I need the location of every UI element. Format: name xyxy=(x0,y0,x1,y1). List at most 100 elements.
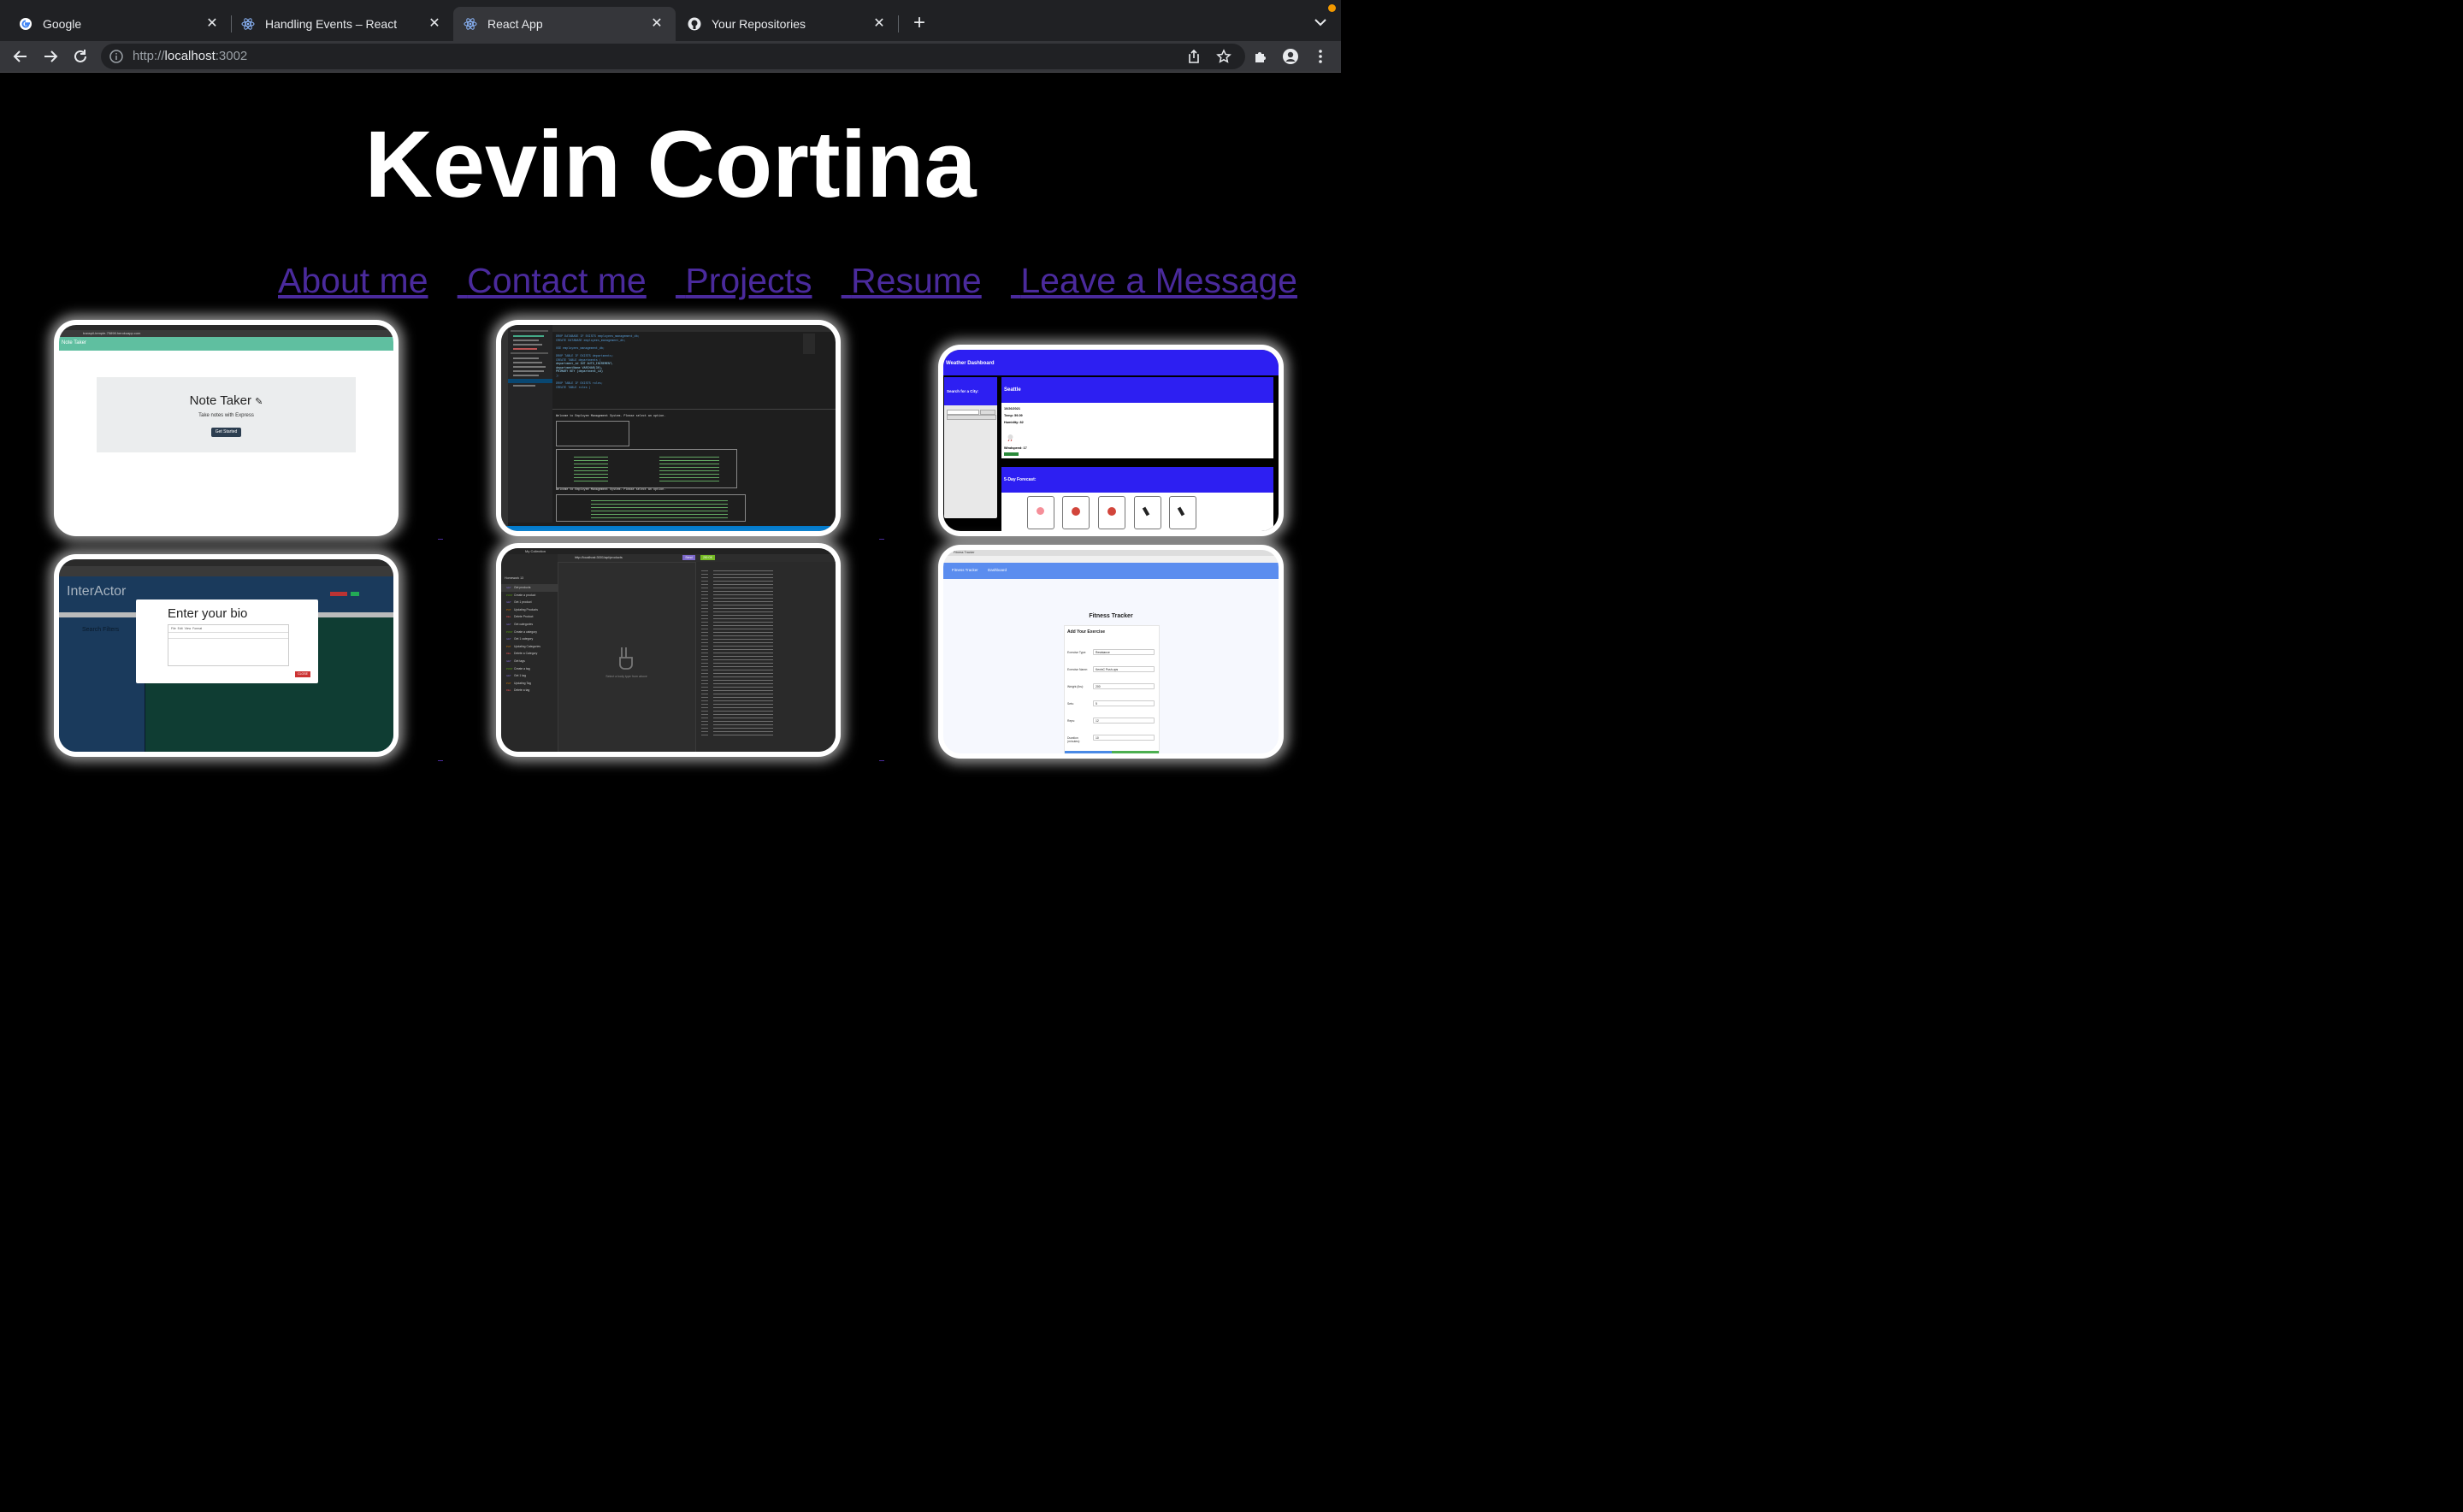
note-taker-header-title: Note Taker xyxy=(62,340,86,346)
project-screenshot: Fitness Tracker Fitness Tracker Dashboar… xyxy=(943,550,1279,753)
nav-resume[interactable]: Resume xyxy=(842,261,982,300)
form-field-label: Exercise Name: xyxy=(1067,668,1088,671)
request-name: Get 1 product xyxy=(514,600,532,605)
google-icon xyxy=(19,17,32,31)
request-name: Delete a Category xyxy=(514,652,538,656)
vscode-terminal: Welcome to Employee Management System. P… xyxy=(552,409,836,523)
note-taker-title-text: Note Taker xyxy=(189,393,251,408)
request-name: Get tags xyxy=(514,659,525,663)
tab-react-app[interactable]: React App ✕ xyxy=(453,7,676,41)
tab-google[interactable]: Google ✕ xyxy=(0,7,231,41)
note-taker-header: Note Taker xyxy=(59,337,393,351)
request-item: PUT Updating Products xyxy=(501,606,558,614)
back-icon[interactable] xyxy=(10,46,31,67)
url-text[interactable]: http://localhost:3002 xyxy=(133,49,247,63)
request-method: DEL xyxy=(506,652,511,656)
form-field-input: Resistance xyxy=(1093,649,1155,655)
get-started-button: Get Started xyxy=(211,428,241,437)
project-card-ecommerce-api[interactable]: My Collection Homework 13 GET Get product… xyxy=(496,543,841,757)
profile-avatar-icon[interactable] xyxy=(1280,46,1301,67)
rain-cloud-icon xyxy=(1007,430,1014,442)
request-item: GET Get tags xyxy=(501,658,558,665)
request-method: GET xyxy=(506,586,511,589)
tab-title: React App xyxy=(487,17,543,31)
project-card-weather-dashboard[interactable]: Weather Dashboard Search for a City: Sea… xyxy=(938,345,1284,536)
nav-leave-a-message[interactable]: Leave a Message xyxy=(1011,261,1297,300)
insomnia-folder: Homework 13 xyxy=(505,576,524,580)
tab-your-repositories[interactable]: Your Repositories ✕ xyxy=(676,7,898,41)
site-info-icon[interactable] xyxy=(109,50,123,63)
request-name: Get products xyxy=(514,586,531,589)
mini-url: transpil-temple-75898.herokuapp.com xyxy=(83,331,141,335)
request-item: PUT Updating Tag xyxy=(501,680,558,688)
bookmark-star-icon[interactable] xyxy=(1214,46,1234,67)
tab-search-chevron-icon[interactable] xyxy=(1312,14,1329,31)
bio-editor: File Edit View Format xyxy=(168,624,289,666)
request-url: http://localhost:3001/api/products xyxy=(575,556,623,559)
reload-icon[interactable] xyxy=(70,46,91,67)
bio-modal-title: Enter your bio xyxy=(168,606,248,621)
url-port: :3002 xyxy=(215,49,248,63)
project-screenshot: Weather Dashboard Search for a City: Sea… xyxy=(943,350,1279,531)
forward-icon[interactable] xyxy=(40,46,61,67)
mini-tabstrip: Fitness Tracker xyxy=(943,550,1279,556)
interactor-filters: Search Filters xyxy=(59,617,145,752)
project-card-interactor[interactable]: InterActor Search Filters Enter your bio… xyxy=(54,554,399,757)
address-bar[interactable]: http://localhost:3002 xyxy=(101,44,1245,69)
github-icon xyxy=(688,17,701,31)
sql-code: DROP DATABASE IF EXISTS employees_manage… xyxy=(556,335,787,390)
nav-about-me[interactable]: About me xyxy=(278,261,428,300)
request-item: GET Get products xyxy=(501,584,558,592)
request-item: GET Get categories xyxy=(501,621,558,629)
note-taker-title: Note Taker ✎ xyxy=(97,393,356,408)
tab-title: Your Repositories xyxy=(712,17,806,31)
request-name: Create a category xyxy=(514,629,537,634)
request-item: PUT Updating Categories xyxy=(501,643,558,651)
vscode-activity-bar xyxy=(501,325,508,531)
close-tab-icon[interactable]: ✕ xyxy=(426,15,443,32)
form-field-input: KevinC Push-ups xyxy=(1093,666,1155,672)
request-name: Create a tag xyxy=(514,666,530,670)
weather-city: Seattle xyxy=(1004,387,1021,393)
forecast-card xyxy=(1027,496,1054,529)
nav-contact-me[interactable]: Contact me xyxy=(458,261,647,300)
extensions-puzzle-icon[interactable] xyxy=(1250,46,1271,67)
share-icon[interactable] xyxy=(1184,46,1204,67)
exercise-form-title: Add Your Exercise xyxy=(1067,629,1105,635)
url-host: localhost xyxy=(164,49,216,63)
weather-temp: Temp: 59.09 xyxy=(1004,414,1023,417)
mini-tabstrip xyxy=(59,559,393,566)
request-item: GET Get 1 tag xyxy=(501,672,558,680)
tab-handling-events[interactable]: Handling Events – React ✕ xyxy=(231,7,453,41)
project-card-fitness-tracker[interactable]: Fitness Tracker Fitness Tracker Dashboar… xyxy=(938,545,1284,759)
kebab-menu-icon[interactable] xyxy=(1310,46,1331,67)
exercise-form: Add Your Exercise Exercise Type: Resistan… xyxy=(1064,625,1160,753)
note-taker-jumbotron: Note Taker ✎ Take notes with Express Get… xyxy=(97,377,356,452)
editor-menu-item: View xyxy=(184,627,192,630)
request-item: GET Get 1 product xyxy=(501,599,558,606)
editor-menu-item: Format xyxy=(192,627,203,630)
new-tab-button[interactable]: + xyxy=(910,12,929,34)
nav-projects[interactable]: Projects xyxy=(676,261,812,300)
weather-date: 10/26/2021 xyxy=(1004,407,1021,410)
close-tab-icon[interactable]: ✕ xyxy=(871,15,888,32)
forecast-card xyxy=(1062,496,1090,529)
close-tab-icon[interactable]: ✕ xyxy=(204,15,221,32)
request-list: GET Get products POST Create a product GET Ge… xyxy=(501,584,558,694)
request-name: Updating Categories xyxy=(514,644,540,648)
close-tab-icon[interactable]: ✕ xyxy=(648,15,665,32)
project-card-note-taker[interactable]: transpil-temple-75898.herokuapp.com Note… xyxy=(54,320,399,536)
terminal-table xyxy=(556,494,746,522)
project-card-employee-tracker[interactable]: DROP DATABASE IF EXISTS employees_manage… xyxy=(496,320,841,536)
request-method: DEL xyxy=(506,615,511,619)
editor-menu-item: Edit xyxy=(177,627,183,630)
form-field-label: Duration (minutes): xyxy=(1067,736,1081,743)
search-filters-label: Search Filters xyxy=(82,627,120,633)
link-underline xyxy=(438,760,443,761)
form-field-label: Sets: xyxy=(1067,702,1074,706)
form-field-input: 200 xyxy=(1093,683,1155,689)
weather-humidity: Humidity: 82 xyxy=(1004,421,1024,424)
page-viewport: Kevin Cortina About me Contact me Projec… xyxy=(0,73,1341,824)
request-item: GET Get 1 category xyxy=(501,635,558,643)
link-underline xyxy=(879,760,884,761)
